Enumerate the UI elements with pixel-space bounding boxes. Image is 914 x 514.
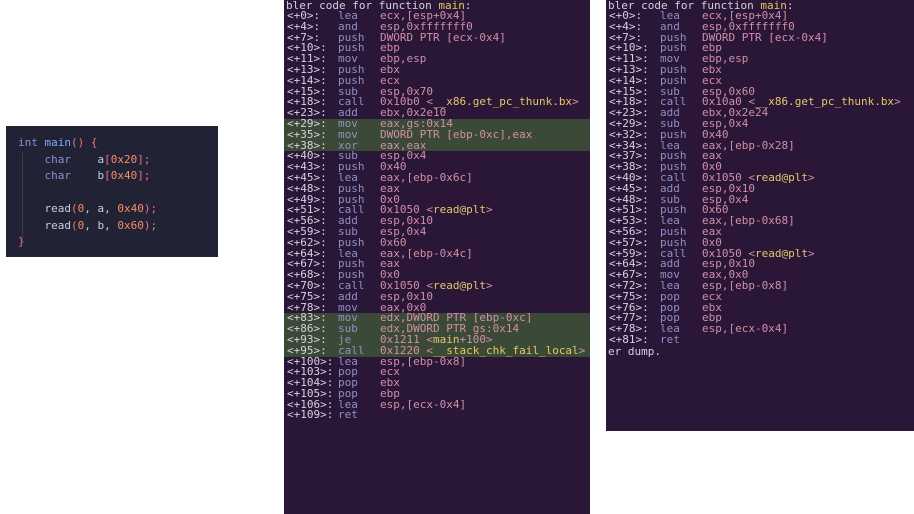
disassembly-row-highlighted: <+35>: mov DWORD PTR [ebp-0xc],eax bbox=[284, 129, 590, 141]
code-line: read(0, a, 0x40); bbox=[18, 201, 218, 218]
code-token: ( bbox=[70, 218, 78, 232]
instruction-operands: esp,[ecx-0x4] bbox=[380, 397, 467, 411]
disassembly-row: <+29>: sub esp,0x4 bbox=[606, 118, 914, 130]
disassembly-row: <+109>: ret bbox=[284, 410, 590, 421]
disassembly-row: <+11>: mov ebp,esp bbox=[284, 53, 590, 65]
disassembly-row: <+51>: call 0x1050 <read@plt> bbox=[284, 204, 590, 216]
disassembly-row: <+45>: add esp,0x10 bbox=[606, 183, 914, 195]
dump-footer: er dump. bbox=[608, 344, 661, 358]
disassembly-row: <+23>: add ebx,0x2e24 bbox=[606, 107, 914, 119]
code-token: [ bbox=[104, 152, 111, 166]
code-token: ]; bbox=[137, 152, 151, 166]
disassembly-row: <+53>: lea eax,[ebp-0x68] bbox=[606, 215, 914, 227]
source-code-lines: int main() { char a[0x20]; char b[0x40];… bbox=[18, 135, 218, 251]
disassembly-row: <+78>: lea esp,[ecx-0x4] bbox=[606, 322, 914, 336]
code-line: char b[0x40]; bbox=[18, 168, 218, 185]
code-token: () { bbox=[71, 136, 98, 149]
disassembly-row: <+14>: push ecx bbox=[284, 75, 590, 87]
code-token: read bbox=[18, 218, 71, 232]
code-token: 0x40 bbox=[117, 202, 144, 215]
code-token: ); bbox=[143, 202, 158, 215]
disassembly-row: <+34>: lea eax,[ebp-0x28] bbox=[606, 140, 914, 152]
instruction-mnemonic: ret bbox=[338, 408, 358, 422]
disassembly-row: <+81>: ret bbox=[606, 332, 914, 346]
code-token: char bbox=[18, 152, 71, 166]
disassembly-row: <+10>: push ebp bbox=[284, 42, 590, 54]
disassembly-row: <+72>: lea esp,[ebp-0x8] bbox=[606, 280, 914, 292]
disassembly-row: <+75>: pop ecx bbox=[606, 291, 914, 303]
disassembly-row: <+56>: add esp,0x10 bbox=[284, 215, 590, 227]
code-line: read(0, b, 0x60); bbox=[18, 218, 218, 235]
instruction-offset: <+109>: bbox=[287, 408, 334, 422]
disassembly-rows: <+0>: lea ecx,[esp+0x4] <+4>: and esp,0xfffff… bbox=[606, 10, 914, 346]
code-token: b bbox=[70, 169, 105, 182]
disassembly-row: <+48>: push eax bbox=[284, 183, 590, 195]
disassembly-row-highlighted: <+38>: xor eax,eax bbox=[284, 140, 590, 152]
code-token: read bbox=[18, 202, 71, 215]
disassembly-row: <+45>: lea eax,[ebp-0x6c] bbox=[284, 172, 590, 184]
code-token: , a, bbox=[84, 202, 118, 215]
disassembly-row: <+64>: add esp,0x10 bbox=[606, 258, 914, 270]
code-token: a bbox=[70, 152, 105, 166]
instruction-offset: <+81>: bbox=[609, 332, 649, 346]
code-token: main bbox=[44, 136, 72, 149]
code-token: char bbox=[18, 169, 71, 182]
code-token: 0x20 bbox=[110, 152, 138, 166]
disassembly-row: <+11>: mov ebp,esp bbox=[606, 53, 914, 65]
disassembly-rows: <+0>: lea ecx,[esp+0x4] <+4>: and esp,0xfffff… bbox=[284, 10, 590, 421]
disassembly-row: <+56>: push eax bbox=[606, 226, 914, 238]
code-token: , b, bbox=[84, 218, 118, 232]
code-line: int main() { bbox=[18, 135, 218, 152]
disassembly-row: <+75>: add esp,0x10 bbox=[284, 291, 590, 303]
code-token: [ bbox=[104, 169, 111, 182]
instruction-operands: esp,[ecx-0x4] bbox=[702, 322, 789, 336]
source-code-panel: int main() { char a[0x20]; char b[0x40];… bbox=[6, 126, 218, 257]
code-line: } bbox=[18, 234, 218, 251]
code-token: 0x60 bbox=[117, 218, 144, 232]
code-token: ( bbox=[70, 202, 78, 215]
disassembly-row: <+59>: sub esp,0x4 bbox=[284, 226, 590, 238]
disassembly-row: <+40>: sub esp,0x4 bbox=[284, 150, 590, 162]
disassembly-row: <+70>: call 0x1050 <read@plt> bbox=[284, 280, 590, 292]
disassembly-row: <+14>: push ecx bbox=[606, 75, 914, 87]
disassembly-row: <+59>: call 0x1050 <read@plt> bbox=[606, 248, 914, 260]
disassembly-row: <+64>: lea eax,[ebp-0x4c] bbox=[284, 248, 590, 260]
disassembly-row: <+40>: call 0x1050 <read@plt> bbox=[606, 172, 914, 184]
disassembly-panel-right: bler code for function main: <+0>: lea ecx… bbox=[606, 0, 914, 431]
disassembly-row: <+37>: push eax bbox=[606, 150, 914, 162]
code-token: int bbox=[18, 136, 45, 149]
code-token: ]; bbox=[137, 169, 151, 182]
code-token: } bbox=[18, 235, 25, 248]
disassembly-row: <+7>: push DWORD PTR [ecx-0x4] bbox=[606, 32, 914, 44]
code-line: char a[0x20]; bbox=[18, 152, 218, 169]
disassembly-row: <+13>: push ebx bbox=[284, 64, 590, 76]
disassembly-row: <+76>: pop ebx bbox=[606, 302, 914, 314]
instruction-mnemonic: ret bbox=[660, 332, 680, 346]
disassembly-row: <+67>: push eax bbox=[284, 258, 590, 270]
disassembly-panel-left: bler code for function main: <+0>: lea ecx… bbox=[284, 0, 590, 514]
code-token: 0x40 bbox=[110, 169, 138, 182]
code-token: ); bbox=[143, 218, 158, 232]
disassembly-row: <+7>: push DWORD PTR [ecx-0x4] bbox=[284, 32, 590, 44]
disassembly-row: <+13>: push ebx bbox=[606, 64, 914, 76]
disassembly-row: <+10>: push ebp bbox=[606, 42, 914, 54]
disassembly-row: <+48>: sub esp,0x4 bbox=[606, 194, 914, 206]
